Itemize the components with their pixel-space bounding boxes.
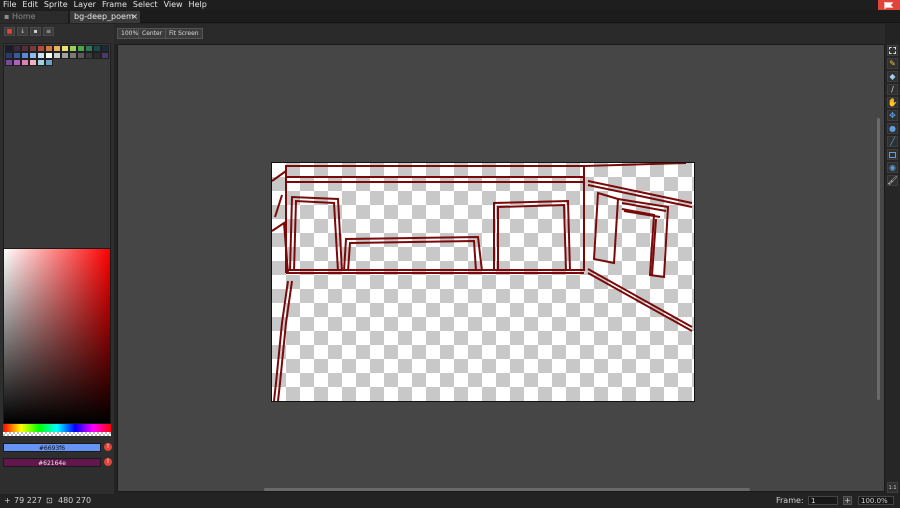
document-icon[interactable]: ▪ <box>30 27 41 36</box>
palette-swatch[interactable] <box>93 45 101 52</box>
palette-swatch[interactable] <box>53 45 61 52</box>
actual-size-button[interactable]: 1:1 <box>887 482 898 493</box>
sprite-canvas[interactable] <box>271 162 695 402</box>
zoom-input[interactable]: 100.0% <box>858 496 894 505</box>
palette-swatch[interactable] <box>85 52 93 59</box>
palette-swatch[interactable] <box>69 45 77 52</box>
palette-swatch[interactable] <box>77 52 85 59</box>
palette-swatch[interactable] <box>29 59 37 66</box>
menu-select[interactable]: Select <box>130 0 161 10</box>
lock-icon[interactable]: ■ <box>4 27 15 36</box>
tab-active-label: bg-deep_poem <box>74 12 134 21</box>
palette-swatch[interactable] <box>21 59 29 66</box>
palette-swatch[interactable] <box>101 45 109 52</box>
palette-swatch[interactable] <box>13 59 21 66</box>
palette-swatch[interactable] <box>93 52 101 59</box>
brush-icon[interactable]: 🖌 <box>887 175 898 186</box>
palette-swatch[interactable] <box>53 52 61 59</box>
palette-swatch[interactable] <box>5 52 13 59</box>
alpha-slider[interactable] <box>3 432 111 436</box>
palette-swatch[interactable] <box>101 52 109 59</box>
palette-toolbar: ■ ↓ ▪ ≡ <box>4 27 54 36</box>
menu-file[interactable]: File <box>0 0 19 10</box>
menu-sprite[interactable]: Sprite <box>41 0 71 10</box>
palette-swatch[interactable] <box>69 52 77 59</box>
statusbar: + 79 227 ⊡ 480 270 Frame: 1 + 100.0% <box>0 494 900 508</box>
palette-grid <box>5 45 109 66</box>
hue-slider[interactable] <box>3 424 111 432</box>
fit-screen-button[interactable]: Fit Screen <box>165 28 203 39</box>
menubar: File Edit Sprite Layer Frame Select View… <box>0 0 900 10</box>
palette-swatch[interactable] <box>45 45 53 52</box>
color-picker-field[interactable] <box>3 248 111 424</box>
palette-swatch[interactable] <box>5 59 13 66</box>
cursor-coords: 79 227 <box>14 496 42 505</box>
marquee-icon[interactable] <box>887 45 898 56</box>
menu-icon[interactable]: ≡ <box>43 27 54 36</box>
add-frame-button[interactable]: + <box>843 496 852 505</box>
palette-swatch[interactable] <box>5 45 13 52</box>
tab-home-label: Home <box>11 12 36 21</box>
menu-view[interactable]: View <box>161 0 186 10</box>
palette-swatch[interactable] <box>61 45 69 52</box>
canvas-toolbar: 100% Center Fit Screen <box>114 24 885 44</box>
menu-layer[interactable]: Layer <box>71 0 99 10</box>
palette-swatch[interactable] <box>21 45 29 52</box>
rectangle-icon[interactable] <box>887 149 898 160</box>
palette-swatch[interactable] <box>37 59 45 66</box>
eyedropper-icon[interactable]: / <box>887 84 898 95</box>
palette-swatch[interactable] <box>45 59 53 66</box>
palette-swatch[interactable] <box>77 45 85 52</box>
palette-swatch[interactable] <box>37 45 45 52</box>
lasso-icon[interactable]: ◉ <box>887 162 898 173</box>
frame-label: Frame: <box>776 496 804 505</box>
tab-bg-deep-poem[interactable]: bg-deep_poem × <box>70 11 140 23</box>
palette-swatch[interactable] <box>21 52 29 59</box>
move-icon[interactable]: ✥ <box>887 110 898 121</box>
palette-swatch[interactable] <box>61 52 69 59</box>
pencil-icon[interactable]: ✎ <box>887 58 898 69</box>
frame-input[interactable]: 1 <box>808 496 838 505</box>
close-icon[interactable]: × <box>131 11 138 23</box>
menu-edit[interactable]: Edit <box>19 0 41 10</box>
line-icon[interactable]: ╱ <box>887 136 898 147</box>
center-button[interactable]: Center <box>138 28 167 39</box>
app-logo-flag-icon[interactable] <box>878 0 900 10</box>
crosshair-icon: + <box>4 496 11 505</box>
sprite-line-art <box>272 163 693 401</box>
palette-swatch[interactable] <box>85 45 93 52</box>
tab-home[interactable]: ▪ Home <box>0 11 68 23</box>
palette-swatch[interactable] <box>29 45 37 52</box>
warning-icon[interactable]: ! <box>104 458 112 466</box>
vertical-scrollbar[interactable] <box>877 118 880 400</box>
arrow-down-icon[interactable]: ↓ <box>17 27 28 36</box>
secondary-color-field[interactable]: #62164e <box>3 458 101 467</box>
palette-swatch[interactable] <box>29 52 37 59</box>
fill-bucket-icon[interactable]: ● <box>887 123 898 134</box>
sprite-size-icon: ⊡ <box>46 496 53 505</box>
palette-swatch[interactable] <box>13 52 21 59</box>
eraser-icon[interactable]: ◆ <box>887 71 898 82</box>
tab-bar: ▪ Home bg-deep_poem × <box>0 10 900 23</box>
primary-color-field[interactable]: #6693f6 <box>3 443 101 452</box>
palette-swatch[interactable] <box>13 45 21 52</box>
sprite-size: 480 270 <box>58 496 92 505</box>
palette-swatch[interactable] <box>37 52 45 59</box>
menu-frame[interactable]: Frame <box>99 0 130 10</box>
tool-strip: ✎ ◆ / ✋ ✥ ● ╱ ◉ 🖌 1:1 <box>885 44 900 493</box>
horizontal-scrollbar[interactable] <box>264 488 750 491</box>
menu-help[interactable]: Help <box>186 0 210 10</box>
warning-icon[interactable]: ! <box>104 443 112 451</box>
canvas-area[interactable] <box>117 44 885 492</box>
folder-icon: ▪ <box>4 12 10 21</box>
palette-swatch[interactable] <box>45 52 53 59</box>
hand-icon[interactable]: ✋ <box>887 97 898 108</box>
